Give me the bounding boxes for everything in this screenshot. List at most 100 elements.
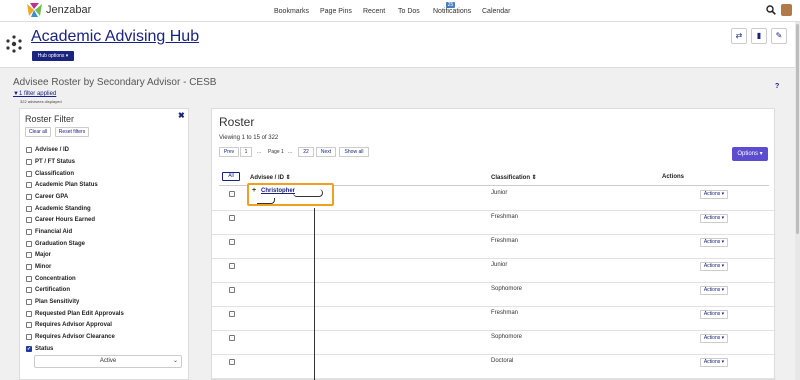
row-checkbox[interactable]: [229, 263, 235, 269]
brand-name[interactable]: Jenzabar: [46, 4, 91, 16]
filter-applied-label: 1 filter applied: [18, 91, 57, 97]
prev-page-button[interactable]: Prev: [219, 147, 239, 157]
filter-checkbox[interactable]: [26, 171, 32, 177]
row-classification: Doctoral: [491, 358, 514, 364]
filter-checkbox[interactable]: [26, 241, 32, 247]
hub-options-button[interactable]: Hub options ▾: [32, 51, 74, 61]
filter-item-plan-edit-approvals[interactable]: Requested Plan Edit Approvals: [26, 311, 124, 320]
row-actions-button[interactable]: Actions ▾: [700, 286, 728, 295]
options-button[interactable]: Options ▾: [732, 147, 768, 161]
filter-checkbox[interactable]: [26, 252, 32, 258]
row-actions-button[interactable]: Actions ▾: [700, 334, 728, 343]
row-checkbox[interactable]: [229, 215, 235, 221]
filter-applied-link[interactable]: ▼1 filter applied: [13, 91, 56, 97]
pagination-ellipsis: ...: [288, 149, 293, 155]
nav-recent[interactable]: Recent: [363, 8, 385, 15]
filter-checkbox-checked[interactable]: ✓: [26, 346, 32, 352]
bookmark-icon[interactable]: ▮: [751, 28, 767, 44]
filter-checkbox[interactable]: [26, 322, 32, 328]
page-title: Advisee Roster by Secondary Advisor - CE…: [13, 77, 217, 88]
hub-header: Academic Advising Hub Hub options ▾ ⇄ ▮ …: [0, 22, 800, 68]
show-all-button[interactable]: Show all: [339, 147, 369, 157]
row-checkbox[interactable]: [229, 239, 235, 245]
page-1-button[interactable]: 1: [240, 147, 252, 157]
filter-checkbox[interactable]: [26, 194, 32, 200]
table-row: Doctoral Actions ▾: [212, 355, 776, 379]
filter-item-advisor-clearance[interactable]: Requires Advisor Clearance: [26, 334, 115, 343]
column-header-advisee[interactable]: Advisee / ID ⇕: [250, 174, 291, 181]
filter-item-minor[interactable]: Minor: [26, 264, 51, 273]
row-actions-button[interactable]: Actions ▾: [700, 238, 728, 247]
filter-item-advisor-approval[interactable]: Requires Advisor Approval: [26, 322, 112, 331]
nav-calendar[interactable]: Calendar: [482, 8, 510, 15]
column-header-classification[interactable]: Classification ⇕: [491, 174, 537, 181]
pin-icon[interactable]: ✎: [771, 28, 787, 44]
row-checkbox[interactable]: [229, 287, 235, 293]
table-row: Sophomore Actions ▾: [212, 283, 776, 307]
row-actions-button[interactable]: Actions ▾: [700, 262, 728, 271]
filter-checkbox[interactable]: [26, 182, 32, 188]
nav-notifications[interactable]: Notifications: [433, 8, 471, 15]
hub-title[interactable]: Academic Advising Hub: [31, 28, 199, 46]
row-classification: Freshman: [491, 238, 519, 244]
select-all-label: All: [228, 173, 234, 179]
filter-item-status[interactable]: ✓ Status: [26, 346, 53, 355]
annotation-line: [314, 208, 315, 380]
status-select-value: Active: [99, 358, 117, 364]
annotation-stroke: [293, 189, 323, 197]
row-classification: Sophomore: [491, 334, 523, 340]
search-icon[interactable]: [766, 5, 776, 15]
next-page-button[interactable]: Next: [316, 147, 336, 157]
row-checkbox[interactable]: [229, 359, 235, 365]
filter-item-classification[interactable]: Classification: [26, 171, 74, 180]
expand-plus-icon[interactable]: +: [252, 187, 256, 194]
help-icon[interactable]: ?: [775, 83, 779, 90]
nav-bookmarks[interactable]: Bookmarks: [274, 8, 309, 15]
row-actions-button[interactable]: Actions ▾: [700, 190, 728, 199]
filter-checkbox[interactable]: [26, 299, 32, 305]
filter-checkbox[interactable]: [26, 311, 32, 317]
filter-checkbox[interactable]: [26, 287, 32, 293]
row-actions-button[interactable]: Actions ▾: [700, 358, 728, 367]
filter-checkbox[interactable]: [26, 217, 32, 223]
row-checkbox[interactable]: [229, 311, 235, 317]
table-row: Freshman Actions ▾: [212, 307, 776, 331]
page-scrollbar-thumb[interactable]: [796, 24, 799, 234]
filter-item-advisee[interactable]: Advisee / ID: [26, 147, 69, 156]
filter-item-certification[interactable]: Certification: [26, 287, 70, 296]
row-checkbox[interactable]: [229, 335, 235, 341]
filter-item-pt-ft[interactable]: PT / FT Status: [26, 159, 75, 168]
filter-checkbox[interactable]: [26, 229, 32, 235]
nav-todos[interactable]: To Dos: [398, 8, 420, 15]
select-all-button[interactable]: All: [222, 172, 240, 181]
row-actions-button[interactable]: Actions ▾: [700, 214, 728, 223]
user-avatar[interactable]: [781, 4, 792, 16]
jenzabar-logo-icon[interactable]: [26, 3, 43, 18]
edit-link-icon[interactable]: ⇄: [731, 28, 747, 44]
filter-checkbox[interactable]: [26, 264, 32, 270]
chevron-down-icon: ⌄: [172, 358, 178, 364]
filter-item-financial-aid[interactable]: Financial Aid: [26, 229, 72, 238]
filter-item-career-gpa[interactable]: Career GPA: [26, 194, 68, 203]
filter-checkbox[interactable]: [26, 334, 32, 340]
filter-item-plan-sensitivity[interactable]: Plan Sensitivity: [26, 299, 79, 308]
clear-all-button[interactable]: Clear all: [25, 127, 51, 137]
filter-item-plan-status[interactable]: Academic Plan Status: [26, 182, 98, 191]
filter-checkbox[interactable]: [26, 276, 32, 282]
close-icon[interactable]: ✖: [178, 111, 185, 120]
row-checkbox[interactable]: [229, 191, 235, 197]
filter-item-concentration[interactable]: Concentration: [26, 276, 76, 285]
row-actions-button[interactable]: Actions ▾: [700, 310, 728, 319]
nav-page-pins[interactable]: Page Pins: [320, 8, 352, 15]
filter-item-graduation-stage[interactable]: Graduation Stage: [26, 241, 85, 250]
filter-item-academic-standing[interactable]: Academic Standing: [26, 206, 91, 215]
filter-item-major[interactable]: Major: [26, 252, 51, 261]
filter-checkbox[interactable]: [26, 159, 32, 165]
filter-checkbox[interactable]: [26, 206, 32, 212]
advisee-name-link[interactable]: Christopher: [261, 188, 295, 194]
filter-checkbox[interactable]: [26, 147, 32, 153]
filter-item-career-hours[interactable]: Career Hours Earned: [26, 217, 95, 226]
page-22-button[interactable]: 22: [298, 147, 314, 157]
status-select[interactable]: Active ⌄: [34, 355, 182, 368]
reset-filters-button[interactable]: Reset filters: [55, 127, 89, 137]
